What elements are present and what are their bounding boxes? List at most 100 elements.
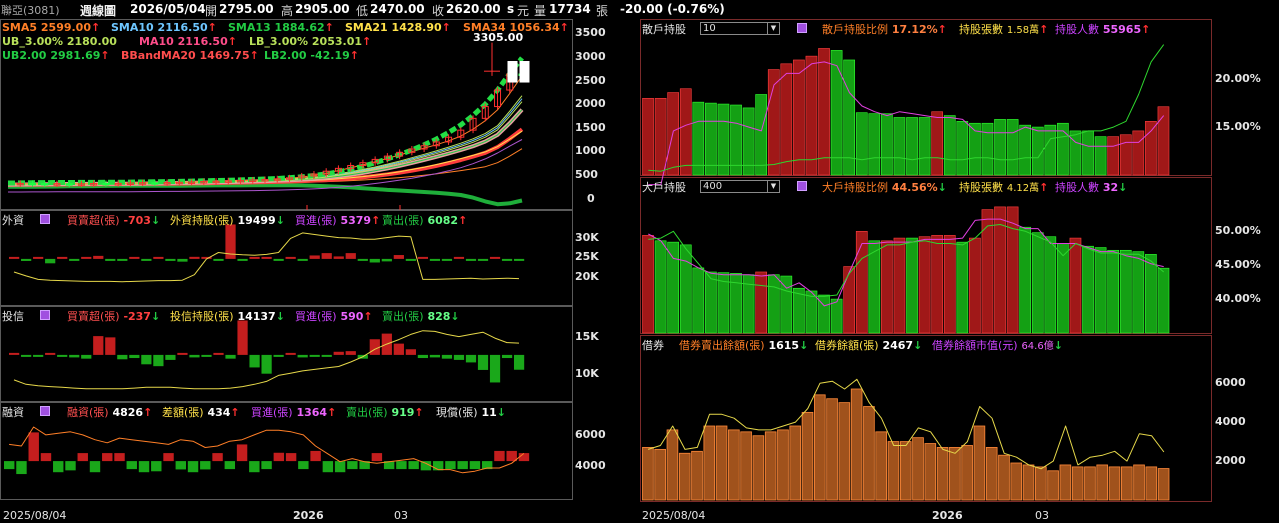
net-bar <box>177 258 188 262</box>
lending-sell-bar <box>850 388 863 501</box>
net-bar <box>489 354 501 383</box>
lending-balance-legend: 借券餘額(張) 2467↓ <box>815 339 923 352</box>
ratio-bar <box>868 240 881 334</box>
legend-ub3: UB_3.00% 2180.00 <box>2 35 117 48</box>
net-bar <box>441 258 453 261</box>
ratio-bar <box>956 241 969 334</box>
margin-net-bar <box>77 453 88 462</box>
ratio-bar <box>906 117 918 176</box>
ratio-bar <box>1044 124 1057 176</box>
ratio-bar <box>805 55 818 176</box>
ratio-bar <box>830 298 843 334</box>
ratio-bar <box>868 113 881 176</box>
net-bar <box>201 354 212 357</box>
ratio-bar <box>1157 106 1170 176</box>
series-line-sma13-band <box>7 108 524 187</box>
y-tick: 20K <box>575 269 599 283</box>
major-level-select[interactable]: 400 ▼ <box>700 180 780 193</box>
ratio-bar <box>1019 226 1032 334</box>
net-bar <box>321 253 332 259</box>
net-bar <box>429 354 441 358</box>
ratio-bar <box>1145 254 1157 334</box>
retail-level-select[interactable]: 10 ▼ <box>700 22 780 35</box>
lending-value-legend: 借券餘額市值(元) 64.6億↓ <box>932 339 1063 352</box>
ratio-bar <box>918 236 931 334</box>
net-bar <box>189 256 200 259</box>
legend-lb2: LB2.00 -42.19↑ <box>264 49 359 62</box>
margin-net-bar <box>126 461 137 470</box>
margin-buy-legend: 買進(張) 1364↑ <box>251 406 337 419</box>
net-bar <box>93 255 104 259</box>
ratio-bar <box>1094 136 1107 176</box>
net-bar <box>417 354 429 359</box>
ratio-bar <box>1145 121 1157 176</box>
margin-net-bar <box>28 432 39 462</box>
legend-ub2: UB2.00 2981.69↑ <box>2 49 110 62</box>
foreign-buy-legend: 買進(張) 5379↑ <box>295 214 381 227</box>
price-y-tick: 2000 <box>575 97 606 111</box>
foreign-sell-legend: 賣出(張) 6082↑ <box>382 214 468 227</box>
net-bar <box>417 256 429 259</box>
major-shares-legend: 持股張數 4.12萬↑ <box>959 181 1049 194</box>
x-label-year-right: 2026 <box>932 509 963 522</box>
net-bar <box>369 339 380 355</box>
lending-sell-bar <box>1108 466 1121 501</box>
indicator-settings-icon[interactable] <box>40 406 50 416</box>
indicator-settings-icon[interactable] <box>797 23 807 33</box>
ratio-bar <box>667 241 680 334</box>
trust-sell-legend: 賣出(張) 828↓ <box>382 310 460 323</box>
ratio-bar <box>780 275 793 334</box>
lending-sell-bar <box>703 425 716 501</box>
indicator-settings-icon[interactable] <box>797 181 807 191</box>
ratio-bar <box>1006 119 1019 176</box>
candle-body <box>102 182 110 186</box>
margin-net-bar <box>445 461 456 470</box>
indicator-settings-icon[interactable] <box>40 310 50 320</box>
retail-people-legend: 持股人數 55965↑ <box>1055 23 1151 36</box>
ratio-bar <box>918 117 931 176</box>
margin-y-tick: 4000 <box>575 459 606 473</box>
lending-sell-bar <box>875 431 887 501</box>
margin-net-bar <box>310 450 321 462</box>
chevron-down-icon: ▼ <box>767 23 779 34</box>
ratio-bar <box>1069 237 1082 334</box>
lending-sell-bar <box>814 394 826 501</box>
ratio-bar <box>981 122 994 176</box>
net-bar <box>33 256 44 259</box>
net-bar <box>165 258 176 261</box>
y-tick: 30K <box>575 230 599 244</box>
ratio-bar <box>717 103 730 176</box>
net-bar <box>477 258 489 261</box>
y-tick: 25K <box>575 250 599 264</box>
ratio-bar <box>981 209 994 334</box>
net-bar <box>129 256 140 259</box>
lending-sell-bar <box>1071 466 1084 501</box>
foreign-holding-legend: 外資持股(張) 19499↓ <box>170 214 285 227</box>
lending-sell-bar <box>789 425 802 501</box>
net-bar <box>501 258 513 261</box>
lending-sell-bar <box>1145 466 1158 501</box>
net-bar <box>69 354 80 358</box>
lending-sell-bar <box>678 452 691 501</box>
legend-sma21: SMA21 1428.90↑ <box>345 21 451 34</box>
net-bar <box>165 354 176 360</box>
net-bar <box>309 255 320 259</box>
net-bar <box>45 258 56 264</box>
net-bar <box>393 255 404 259</box>
net-bar <box>117 354 128 360</box>
margin-net-bar <box>236 444 248 462</box>
indicator-settings-icon[interactable] <box>40 214 50 224</box>
ratio-bar <box>1019 124 1032 176</box>
net-bar <box>225 354 236 359</box>
net-bar <box>105 258 116 261</box>
ratio-bar <box>1006 206 1019 334</box>
ratio-bar <box>642 235 654 334</box>
net-bar <box>213 352 224 355</box>
legend-ma10: MA10 2116.50↑ <box>139 35 237 48</box>
net-bar <box>105 337 116 355</box>
lending-y-tick: 4000 <box>1215 415 1246 429</box>
ratio-bar <box>654 98 667 176</box>
net-bar <box>153 256 164 259</box>
holder-y-tick: 20.00% <box>1215 72 1261 86</box>
ratio-bar <box>1057 243 1069 334</box>
